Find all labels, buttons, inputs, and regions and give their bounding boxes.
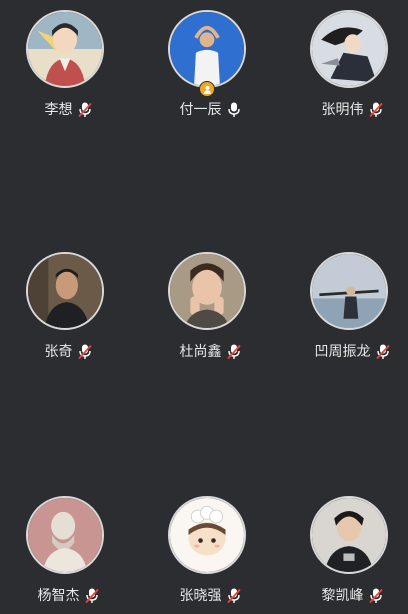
participant-name-row: 杨智杰 — [0, 584, 136, 608]
avatar — [310, 10, 388, 88]
participant-name: 李想 — [44, 102, 73, 118]
avatar — [168, 252, 246, 330]
microphone-muted-icon — [77, 344, 92, 360]
avatar — [168, 10, 246, 88]
microphone-muted-icon — [375, 344, 390, 360]
microphone-icon — [227, 102, 241, 118]
microphone-muted-icon — [368, 102, 383, 118]
participant-name-row: 杜尚鑫 — [142, 340, 278, 364]
host-person-icon — [199, 81, 215, 97]
microphone-muted-icon — [226, 344, 241, 360]
participant-name-row: 付一辰 — [142, 98, 278, 122]
avatar — [26, 496, 104, 574]
participant-name: 黎凯峰 — [321, 588, 364, 604]
participant-tile[interactable]: 张晓强 — [142, 490, 278, 610]
participant-grid: 李想 付一辰 张明伟 张奇 杜尚鑫 凹周振龙 杨智杰 张晓强 黎凯峰 — [0, 0, 408, 614]
participant-name-row: 李想 — [0, 98, 136, 122]
avatar — [310, 252, 388, 330]
participant-name-row: 张明伟 — [284, 98, 408, 122]
participant-tile[interactable]: 黎凯峰 — [284, 490, 408, 610]
participant-tile[interactable]: 杜尚鑫 — [142, 246, 278, 366]
participant-name: 张奇 — [44, 344, 73, 360]
microphone-muted-icon — [84, 588, 99, 604]
participant-name-row: 张晓强 — [142, 584, 278, 608]
avatar — [26, 10, 104, 88]
avatar — [310, 496, 388, 574]
microphone-muted-icon — [77, 102, 92, 118]
microphone-muted-icon — [368, 588, 383, 604]
participant-tile[interactable]: 李想 — [0, 4, 136, 124]
participant-name: 杜尚鑫 — [179, 344, 222, 360]
participant-name-row: 张奇 — [0, 340, 136, 364]
participant-tile[interactable]: 张奇 — [0, 246, 136, 366]
participant-name-row: 凹周振龙 — [284, 340, 408, 364]
participant-name: 付一辰 — [179, 102, 222, 118]
participant-tile[interactable]: 杨智杰 — [0, 490, 136, 610]
participant-name-row: 黎凯峰 — [284, 584, 408, 608]
avatar — [168, 496, 246, 574]
participant-name: 张晓强 — [179, 588, 222, 604]
participant-name: 张明伟 — [321, 102, 364, 118]
participant-name: 凹周振龙 — [314, 344, 371, 360]
participant-tile[interactable]: 张明伟 — [284, 4, 408, 124]
microphone-muted-icon — [226, 588, 241, 604]
participant-tile[interactable]: 付一辰 — [142, 4, 278, 124]
participant-name: 杨智杰 — [37, 588, 80, 604]
avatar — [26, 252, 104, 330]
participant-tile[interactable]: 凹周振龙 — [284, 246, 408, 366]
